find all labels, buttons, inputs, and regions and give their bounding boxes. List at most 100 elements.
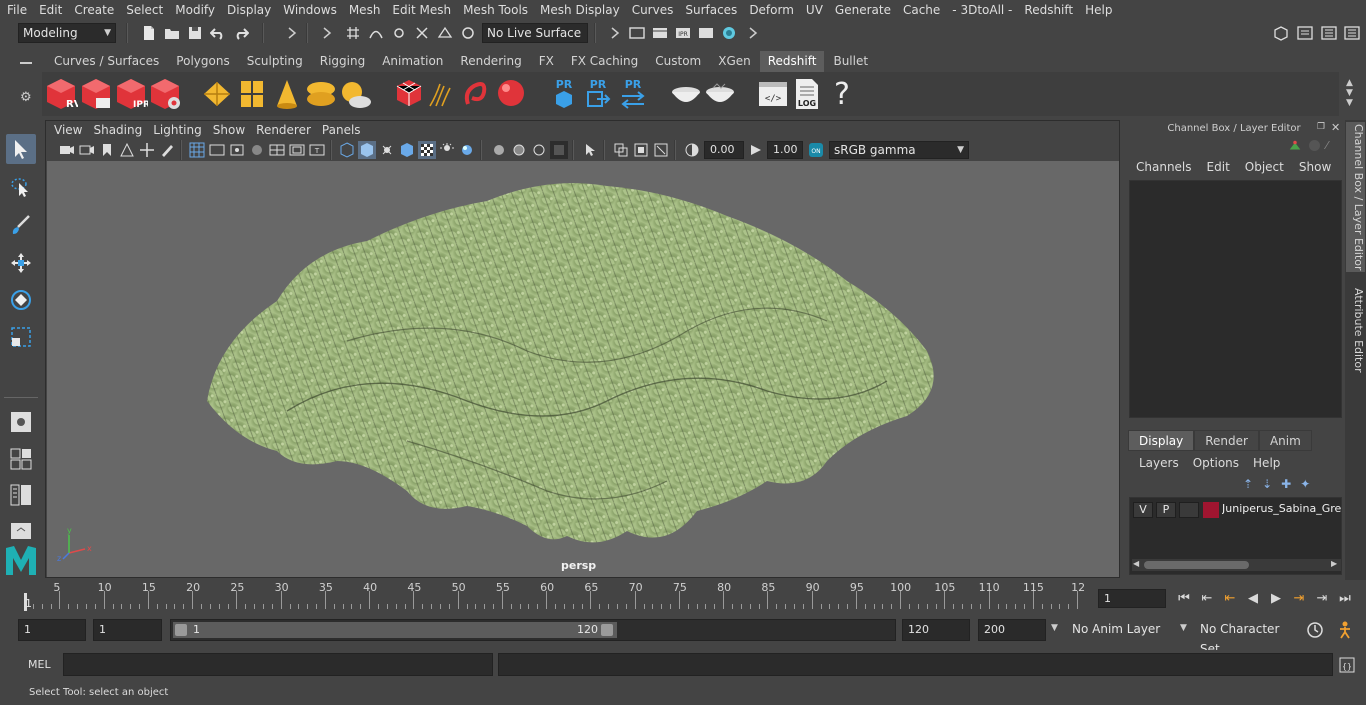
save-scene-icon[interactable]: [186, 24, 204, 42]
shelf-tab-animation[interactable]: Animation: [374, 51, 452, 72]
step-back-frame-icon[interactable]: ⇤: [1220, 588, 1240, 608]
collapse-arrow-icon[interactable]: [606, 24, 624, 42]
menu-mesh[interactable]: Mesh: [342, 0, 386, 20]
step-forward-key-icon[interactable]: ⇥: [1312, 588, 1332, 608]
playback-start-field[interactable]: 1: [93, 619, 162, 641]
snap-curve-icon[interactable]: [367, 24, 385, 42]
grease-pencil-icon[interactable]: [158, 141, 176, 159]
step-back-key-icon[interactable]: ⇤: [1197, 588, 1217, 608]
shelf-tab-fx[interactable]: FX: [530, 51, 562, 72]
pr-render-button[interactable]: PR: [547, 76, 581, 112]
play-backwards-icon[interactable]: ◀: [1243, 588, 1263, 608]
safe-title-icon[interactable]: T: [308, 141, 326, 159]
menu-mesh-tools[interactable]: Mesh Tools: [456, 0, 533, 20]
menu-modify[interactable]: Modify: [168, 0, 220, 20]
command-language-toggle[interactable]: MEL: [28, 658, 51, 671]
range-bar[interactable]: 1 120: [173, 622, 617, 638]
viewport-canvas[interactable]: x y z persp: [47, 161, 1119, 577]
frame-all-icon[interactable]: [632, 141, 650, 159]
redshift-ipr-button[interactable]: IPR: [114, 76, 148, 112]
channel-box-menu-object[interactable]: Object: [1238, 160, 1292, 174]
chevron-right-icon[interactable]: ▶: [1331, 559, 1337, 568]
menu-cache[interactable]: Cache: [896, 0, 945, 20]
script-editor-button[interactable]: </>: [756, 76, 790, 112]
camera-attributes-icon[interactable]: [78, 141, 96, 159]
render-sequence-icon[interactable]: [651, 24, 669, 42]
safe-action-icon[interactable]: [288, 141, 306, 159]
redshift-material-button[interactable]: [494, 76, 528, 112]
collapse-arrow-icon[interactable]: [744, 24, 762, 42]
modeling-toolkit-icon[interactable]: [1272, 24, 1290, 42]
xray-joints-icon[interactable]: [530, 141, 548, 159]
isolate-select-icon[interactable]: [490, 141, 508, 159]
animation-preferences-icon[interactable]: [1335, 621, 1355, 639]
redshift-proxy-button[interactable]: [392, 76, 426, 112]
redshift-hair-button[interactable]: [426, 76, 460, 112]
move-tool[interactable]: [6, 248, 36, 278]
collapse-arrow-icon[interactable]: [318, 24, 336, 42]
animation-end-field[interactable]: 200: [978, 619, 1046, 641]
redshift-sun-sky-button[interactable]: [338, 76, 372, 112]
menu-select[interactable]: Select: [119, 0, 168, 20]
layer-tab-render[interactable]: Render: [1194, 430, 1259, 451]
command-input[interactable]: [63, 653, 493, 676]
shelf-tab-bullet[interactable]: Bullet: [825, 51, 877, 72]
exposure-icon[interactable]: [683, 141, 701, 159]
shelf-tab-custom[interactable]: Custom: [647, 51, 710, 72]
exposure-field[interactable]: 0.00: [704, 141, 744, 159]
image-plane-icon[interactable]: [118, 141, 136, 159]
live-surface-field[interactable]: No Live Surface: [482, 23, 588, 43]
menu-surfaces[interactable]: Surfaces: [678, 0, 742, 20]
tab-attribute-editor[interactable]: Attribute Editor: [1346, 280, 1365, 380]
pr-sync-button[interactable]: PR: [616, 76, 650, 112]
layer-menu-help[interactable]: Help: [1247, 456, 1288, 470]
resolution-gate-icon[interactable]: [228, 141, 246, 159]
frame-selected-icon[interactable]: [612, 141, 630, 159]
bake-button[interactable]: [669, 76, 703, 112]
redo-icon[interactable]: [232, 24, 250, 42]
menu-edit-mesh[interactable]: Edit Mesh: [385, 0, 456, 20]
pr-export-button[interactable]: PR: [581, 76, 615, 112]
viewport-menu-panels[interactable]: Panels: [318, 123, 368, 137]
menu-curves[interactable]: Curves: [625, 0, 679, 20]
snap-surface-icon[interactable]: [436, 24, 454, 42]
color-space-dropdown[interactable]: sRGB gamma ▼: [829, 141, 969, 159]
layer-row[interactable]: V P Juniperus_Sabina_Gre: [1130, 498, 1341, 522]
hypershade-icon[interactable]: [720, 24, 738, 42]
menu-3dtoall[interactable]: - 3DtoAll -: [945, 0, 1017, 20]
viewport-menu-show[interactable]: Show: [209, 123, 252, 137]
bookmark-icon[interactable]: [98, 141, 116, 159]
layout-perspective-button[interactable]: [6, 516, 36, 546]
current-frame-field[interactable]: 1: [1098, 589, 1166, 608]
redshift-mesh-params-button[interactable]: [200, 76, 234, 112]
menu-windows[interactable]: Windows: [276, 0, 342, 20]
channel-box-toggle-icon[interactable]: [1343, 24, 1361, 42]
lasso-tool[interactable]: [6, 172, 36, 202]
channel-box-options-icon[interactable]: [1288, 139, 1302, 156]
collapse-arrow-icon[interactable]: [283, 24, 301, 42]
menu-display[interactable]: Display: [220, 0, 276, 20]
undo-icon[interactable]: [209, 24, 227, 42]
shelf-tab-rigging[interactable]: Rigging: [311, 51, 374, 72]
xray-icon[interactable]: [510, 141, 528, 159]
channel-box-menu-channels[interactable]: Channels: [1129, 160, 1200, 174]
workspace-dropdown[interactable]: Modeling ▼: [18, 23, 116, 43]
snap-grid-icon[interactable]: [344, 24, 362, 42]
channel-box-attributes[interactable]: [1129, 180, 1342, 418]
move-layer-down-icon[interactable]: ⇣: [1262, 477, 1272, 491]
color-management-icon[interactable]: ON: [807, 141, 825, 159]
layer-options-icon[interactable]: [1309, 140, 1320, 151]
menu-uv[interactable]: UV: [799, 0, 828, 20]
2d-pan-zoom-icon[interactable]: [138, 141, 156, 159]
menu-help[interactable]: Help: [1078, 0, 1117, 20]
snap-point-icon[interactable]: [390, 24, 408, 42]
redshift-light-button[interactable]: [270, 76, 304, 112]
play-forwards-icon[interactable]: ▶: [1266, 588, 1286, 608]
rotate-tool[interactable]: [6, 285, 36, 315]
textured-icon[interactable]: [398, 141, 416, 159]
render-frame-icon[interactable]: [628, 24, 646, 42]
viewport-menu-view[interactable]: View: [50, 123, 89, 137]
auto-key-icon[interactable]: [1306, 621, 1324, 639]
channel-box-menu-edit[interactable]: Edit: [1200, 160, 1238, 174]
fit-view-icon[interactable]: [652, 141, 670, 159]
